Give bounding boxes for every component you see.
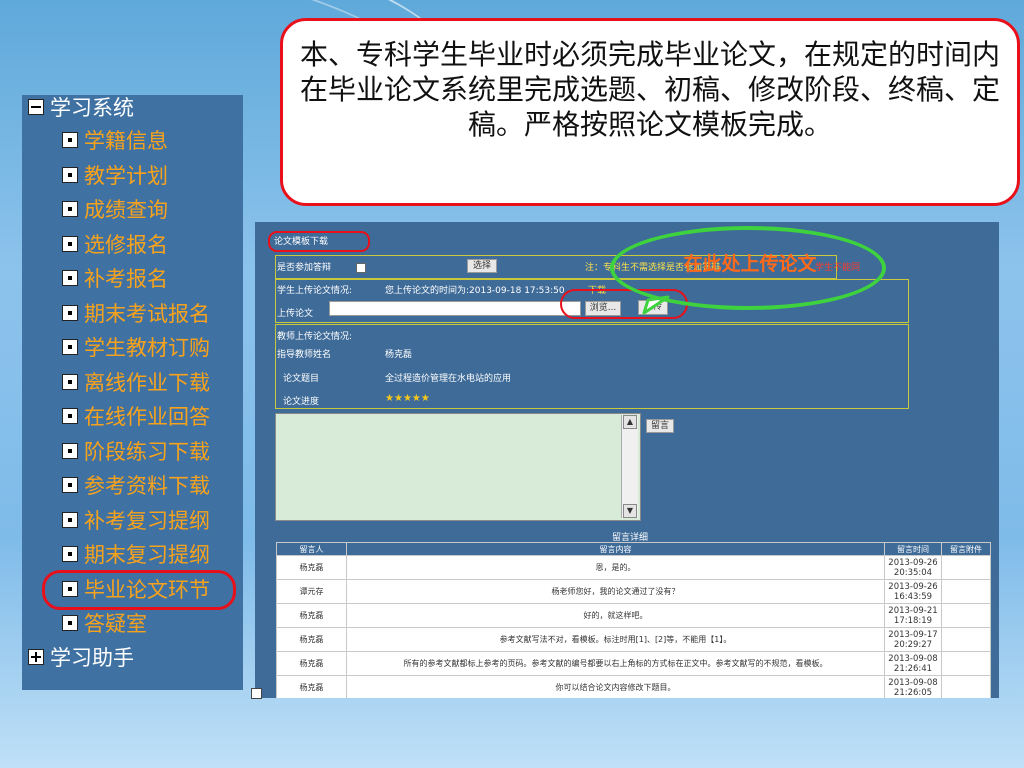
upload-annotation-text: 在此处上传论文: [683, 253, 817, 275]
callout-pointer: [642, 295, 670, 315]
